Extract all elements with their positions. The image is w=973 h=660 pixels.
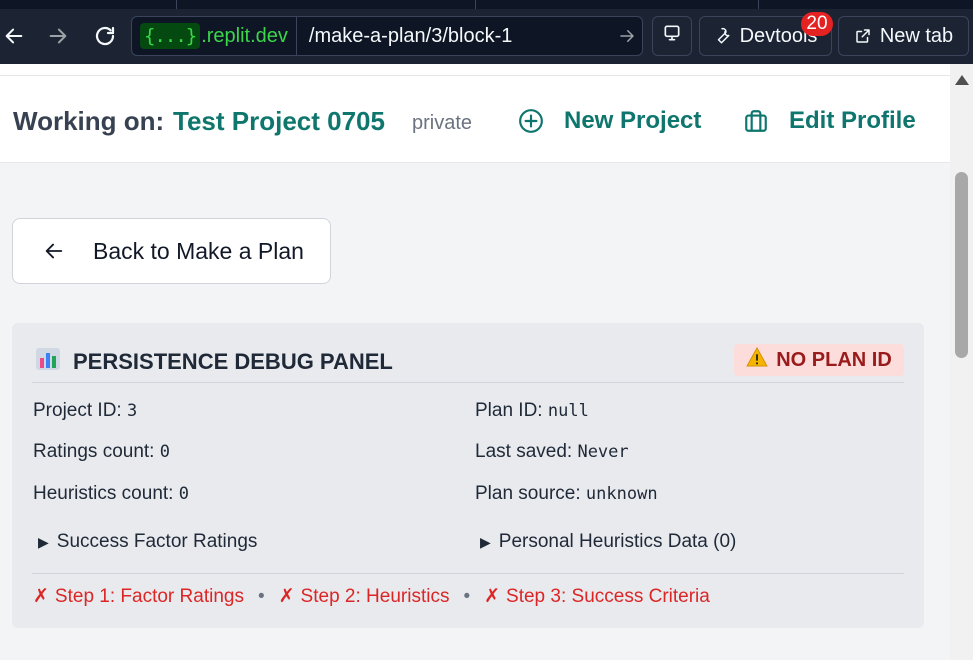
external-link-icon [854,27,872,45]
status-badge: NO PLAN ID [734,344,904,376]
step-failed-mark: ✗ [278,586,295,607]
plan-id-value: null [547,401,589,421]
wrench-icon [714,27,732,45]
divider [32,573,904,574]
device-preview-button[interactable] [652,16,692,56]
persistence-debug-panel: PERSISTENCE DEBUG PANEL NO PLAN ID Proje… [12,323,924,628]
url-badge: {...} [140,23,201,49]
ratings-count-value: 0 [159,442,170,462]
heuristics-count-field: Heuristics count: 0 [33,483,189,505]
url-bar[interactable]: {...} .replit.dev /make-a-plan/3/block-1 [131,16,643,56]
ratings-count-field: Ratings count: 0 [33,441,170,463]
tab-separator [758,0,759,9]
monitor-icon [662,23,682,49]
status-badge-label: NO PLAN ID [776,348,892,371]
step-1-status: Step 1: Factor Ratings [54,585,244,607]
expand-triangle-icon: ▶ [38,533,49,550]
plan-source-value: unknown [585,484,658,504]
step-separator: • [463,585,471,607]
scrollbar-thumb[interactable] [955,172,968,358]
back-button-label: Back to Make a Plan [93,237,304,264]
url-host: {...} .replit.dev [132,17,297,55]
heuristics-count-label: Heuristics count: [33,483,174,504]
expand-triangle-icon: ▶ [480,533,491,550]
project-id-label: Project ID: [33,400,122,421]
panel-title: PERSISTENCE DEBUG PANEL [35,347,393,377]
visibility-label: private [412,112,473,134]
new-project-button[interactable]: New Project [518,107,701,135]
project-id-value: 3 [126,401,138,421]
step-failed-mark: ✗ [33,586,49,607]
browser-toolbar: {...} .replit.dev /make-a-plan/3/block-1… [0,0,973,64]
vertical-scrollbar[interactable] [950,64,973,660]
plan-id-field: Plan ID: null [475,400,589,422]
url-path[interactable]: /make-a-plan/3/block-1 [297,25,612,48]
project-id-field: Project ID: 3 [33,400,137,422]
step-failed-mark: ✗ [484,586,501,607]
devtools-count-badge: 20 [801,12,833,36]
personal-heuristics-label: Personal Heuristics Data (0) [498,531,737,552]
heuristics-count-value: 0 [178,484,189,504]
top-strip [0,64,950,76]
new-tab-label: New tab [879,24,954,47]
step-status-list: ✗ Step 1: Factor Ratings • ✗ Step 2: Heu… [33,585,710,608]
tab-strip [0,0,973,9]
tab-separator [176,0,177,9]
step-3-status: Step 3: Success Criteria [506,585,710,607]
last-saved-field: Last saved: Never [475,441,629,463]
project-name[interactable]: Test Project 0705 [173,106,385,137]
step-separator: • [257,585,265,607]
scroll-up-arrow-icon[interactable] [955,75,969,85]
edit-profile-button[interactable]: Edit Profile [743,107,916,135]
plus-circle-icon [519,109,543,133]
new-project-label: New Project [564,107,702,134]
forward-arrow-icon[interactable] [44,21,72,51]
step-2-status: Step 2: Heuristics [300,585,450,607]
success-factor-ratings-label: Success Factor Ratings [56,531,258,552]
last-saved-label: Last saved: [475,441,573,462]
last-saved-value: Never [577,442,629,462]
plan-source-field: Plan source: unknown [475,483,658,505]
reload-icon[interactable] [91,21,119,51]
divider [32,382,904,383]
success-factor-ratings-toggle[interactable]: ▶ Success Factor Ratings [38,531,257,553]
edit-profile-label: Edit Profile [789,107,916,134]
new-tab-button[interactable]: New tab [838,16,969,56]
tab-separator [475,0,476,9]
app-page: Working on: Test Project 0705 private Ne… [0,64,950,660]
panel-title-text: PERSISTENCE DEBUG PANEL [73,349,393,374]
go-arrow-icon[interactable] [612,27,642,45]
ratings-count-label: Ratings count: [33,441,155,462]
arrow-left-icon [45,243,63,259]
bar-chart-icon [35,347,61,377]
back-arrow-icon[interactable] [0,21,28,51]
warning-icon [746,346,768,373]
back-to-make-a-plan-button[interactable]: Back to Make a Plan [12,218,331,284]
personal-heuristics-toggle[interactable]: ▶ Personal Heuristics Data (0) [480,531,736,553]
working-on-label: Working on: [13,106,165,136]
plan-id-label: Plan ID: [475,400,543,421]
plan-source-label: Plan source: [475,483,581,504]
url-domain: .replit.dev [201,24,288,47]
project-header: Working on: Test Project 0705 private Ne… [0,76,950,163]
briefcase-icon [745,110,767,132]
